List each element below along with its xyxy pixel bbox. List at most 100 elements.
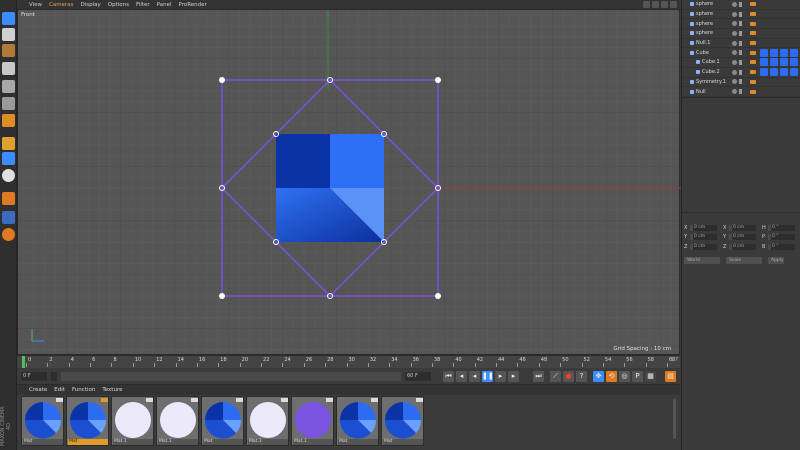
coordinate-value-field[interactable]: 0 ° bbox=[771, 243, 795, 250]
visibility-dot-icon[interactable] bbox=[732, 50, 737, 56]
visibility-dot-icon[interactable] bbox=[732, 1, 737, 7]
viewport-menu-options[interactable]: Options bbox=[108, 2, 129, 8]
zoom-view-icon[interactable] bbox=[652, 1, 659, 8]
material-tag-icon[interactable] bbox=[780, 48, 788, 57]
size-mode-dropdown[interactable]: Scale bbox=[726, 257, 762, 264]
workplane-tool-icon[interactable] bbox=[2, 211, 15, 224]
material-thumbnail[interactable]: Mat bbox=[201, 396, 244, 446]
coordinate-value-field[interactable]: 0 cm bbox=[732, 224, 756, 231]
object-row[interactable]: sphere bbox=[682, 10, 800, 20]
viewport-menu-view[interactable]: View bbox=[29, 2, 42, 8]
point-level-icon[interactable]: ▦ bbox=[645, 371, 656, 382]
viewport-menu-panel[interactable]: Panel bbox=[157, 2, 172, 8]
layer-tag-icon[interactable] bbox=[750, 79, 756, 84]
viewport-menu-display[interactable]: Display bbox=[81, 2, 101, 8]
move-key-icon[interactable]: ✥ bbox=[593, 371, 604, 382]
texture-tool-icon[interactable] bbox=[2, 44, 15, 57]
object-row[interactable]: Null bbox=[682, 87, 800, 97]
material-tag-icon[interactable] bbox=[790, 58, 798, 67]
cube-mode-icon[interactable] bbox=[2, 62, 15, 75]
render-flag-icon[interactable] bbox=[739, 79, 742, 85]
coordinate-value-field[interactable]: 0 ° bbox=[771, 234, 795, 241]
render-flag-icon[interactable] bbox=[739, 50, 742, 56]
autokey-icon[interactable]: ? bbox=[576, 371, 587, 382]
timeline-ruler[interactable]: 0 2 4 6 8 10 12 14 16 18 20 22 24 26 28 30 32 34 36 38 40 42 4… bbox=[17, 355, 680, 369]
end-frame-field[interactable]: 60 F bbox=[405, 372, 431, 381]
material-tag-icon[interactable] bbox=[760, 48, 768, 57]
object-row[interactable]: Cube.2 bbox=[682, 68, 800, 78]
object-row[interactable]: Symmetry.1 bbox=[682, 78, 800, 88]
start-frame-field[interactable]: 0 F bbox=[21, 372, 47, 381]
layer-tag-icon[interactable] bbox=[750, 21, 756, 26]
material-menu-create[interactable]: Create bbox=[29, 387, 47, 393]
render-flag-icon[interactable] bbox=[739, 11, 742, 17]
visibility-dot-icon[interactable] bbox=[732, 30, 737, 36]
lock-tool-icon[interactable] bbox=[2, 228, 15, 241]
object-row[interactable]: Cube.1 bbox=[682, 58, 800, 68]
coordinate-value-field[interactable]: 0 cm bbox=[693, 234, 717, 241]
object-row[interactable]: sphere bbox=[682, 29, 800, 39]
material-thumbnail[interactable]: Mat.1 bbox=[246, 396, 289, 446]
render-flag-icon[interactable] bbox=[739, 69, 742, 75]
render-flag-icon[interactable] bbox=[739, 1, 742, 7]
next-key-button[interactable]: ▸ bbox=[508, 371, 519, 382]
viewport-front[interactable]: Front Grid Spacing: 10 cm bbox=[17, 9, 681, 356]
render-flag-icon[interactable] bbox=[739, 59, 742, 65]
play-button[interactable]: ❚❚ bbox=[482, 371, 494, 382]
move-tool-icon[interactable] bbox=[2, 12, 15, 25]
range-slider[interactable] bbox=[61, 372, 401, 381]
object-row[interactable]: Cube bbox=[682, 48, 800, 59]
move-view-icon[interactable] bbox=[643, 1, 650, 8]
previous-frame-button[interactable]: ◂ bbox=[469, 371, 480, 382]
param-key-icon[interactable]: P bbox=[632, 371, 643, 382]
viewport-menu-cameras[interactable]: Cameras bbox=[49, 2, 73, 8]
coordinate-system-dropdown[interactable]: World bbox=[684, 257, 720, 264]
layer-tag-icon[interactable] bbox=[750, 31, 756, 36]
scene-canvas[interactable] bbox=[18, 10, 681, 356]
material-thumbnail[interactable]: Mat bbox=[66, 396, 109, 446]
render-flag-icon[interactable] bbox=[739, 21, 742, 27]
record-icon[interactable]: ● bbox=[563, 371, 574, 382]
material-tag-icon[interactable] bbox=[760, 68, 768, 77]
render-flag-icon[interactable] bbox=[739, 40, 742, 46]
coordinate-value-field[interactable]: 0 ° bbox=[771, 224, 795, 231]
visibility-dot-icon[interactable] bbox=[732, 59, 737, 65]
keyframe-tool-icon[interactable]: ⟋ bbox=[550, 371, 561, 382]
tweak-tool-icon[interactable] bbox=[2, 152, 15, 165]
layer-tag-icon[interactable] bbox=[750, 12, 756, 17]
maximize-view-icon[interactable] bbox=[670, 1, 677, 8]
scale-key-icon[interactable]: ◎ bbox=[619, 371, 630, 382]
layer-tag-icon[interactable] bbox=[750, 41, 756, 46]
material-thumbnail[interactable]: Mat.1 bbox=[111, 396, 154, 446]
visibility-dot-icon[interactable] bbox=[732, 79, 737, 85]
material-tag-icon[interactable] bbox=[780, 58, 788, 67]
render-flag-icon[interactable] bbox=[739, 89, 742, 95]
previous-key-button[interactable]: ◂ bbox=[456, 371, 467, 382]
layer-tag-icon[interactable] bbox=[750, 70, 756, 75]
rotate-view-icon[interactable] bbox=[661, 1, 668, 8]
material-tag-icon[interactable] bbox=[760, 58, 768, 67]
material-menu-function[interactable]: Function bbox=[72, 387, 95, 393]
visibility-dot-icon[interactable] bbox=[732, 89, 737, 95]
coordinate-value-field[interactable]: 0 cm bbox=[732, 243, 756, 250]
edges-mode-icon[interactable] bbox=[2, 97, 15, 110]
layer-tag-icon[interactable] bbox=[750, 60, 756, 65]
go-to-start-button[interactable]: ⏮ bbox=[443, 371, 454, 382]
material-tag-icon[interactable] bbox=[770, 68, 778, 77]
material-thumbnail[interactable]: Mat bbox=[21, 396, 64, 446]
layer-tag-icon[interactable] bbox=[750, 2, 756, 7]
apply-button[interactable]: Apply bbox=[768, 257, 784, 264]
coordinate-value-field[interactable]: 0 cm bbox=[732, 234, 756, 241]
polygons-mode-icon[interactable] bbox=[2, 114, 15, 127]
min-frame-field[interactable] bbox=[51, 372, 57, 381]
visibility-dot-icon[interactable] bbox=[732, 21, 737, 27]
material-thumbnail[interactable]: Mat.1 bbox=[156, 396, 199, 446]
viewport-menu-filter[interactable]: Filter bbox=[136, 2, 150, 8]
material-thumbnail[interactable]: Mat.1 bbox=[291, 396, 334, 446]
material-menu-texture[interactable]: Texture bbox=[102, 387, 122, 393]
coordinate-value-field[interactable]: 0 cm bbox=[693, 243, 717, 250]
checker-tool-icon[interactable] bbox=[2, 28, 15, 41]
material-tag-icon[interactable] bbox=[780, 68, 788, 77]
material-tag-icon[interactable] bbox=[790, 68, 798, 77]
points-mode-icon[interactable] bbox=[2, 80, 15, 93]
